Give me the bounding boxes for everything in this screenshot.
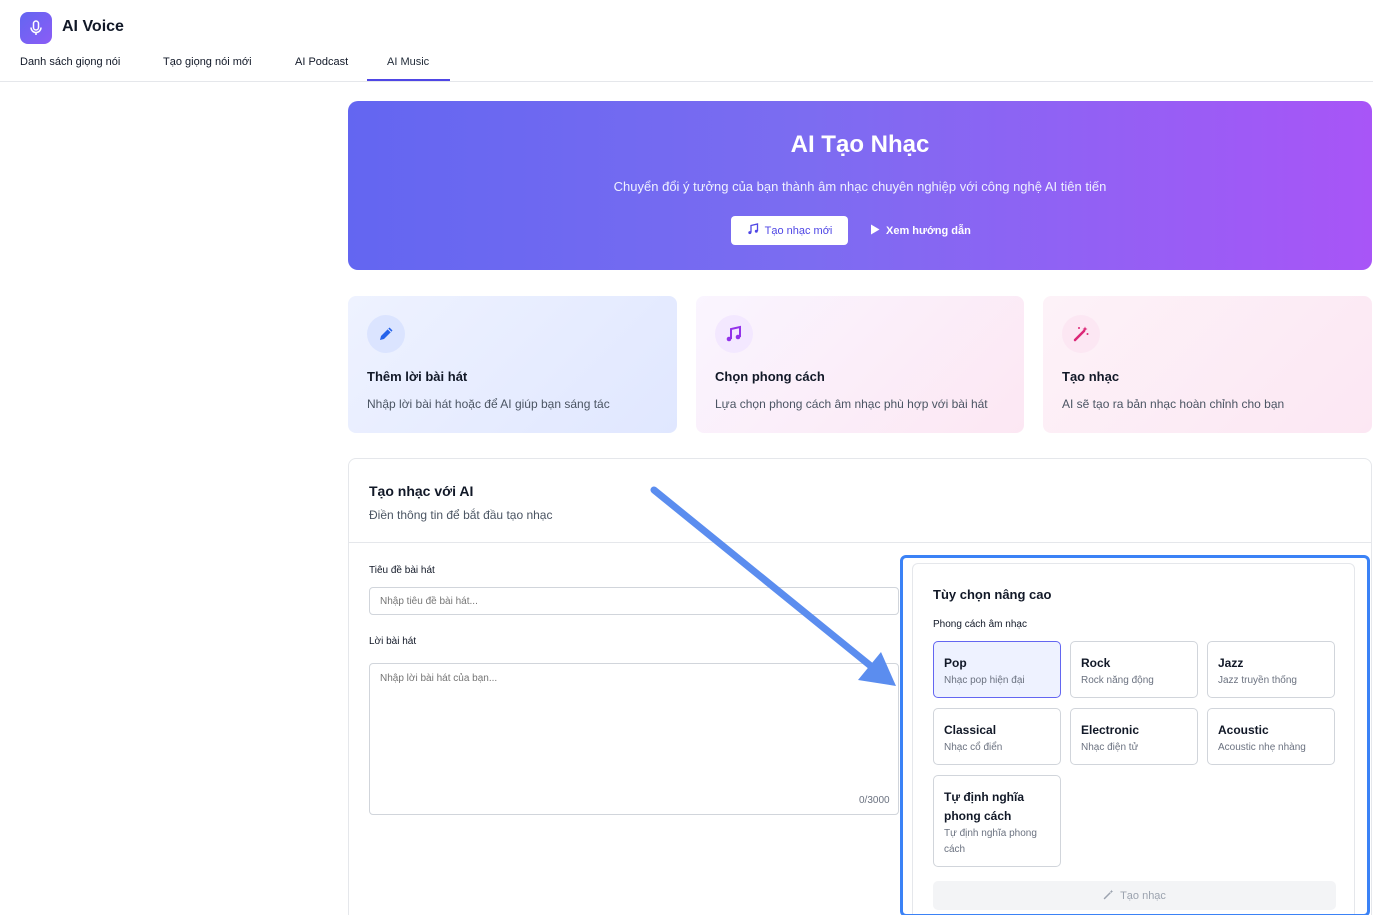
hero-subtitle: Chuyển đổi ý tưởng của bạn thành âm nhạc… [613,179,1107,194]
pencil-icon [367,315,405,353]
feature-desc: Lựa chọn phong cách âm nhạc phù hợp với … [715,397,988,411]
highlight-box [900,555,1370,915]
feature-desc: Nhập lời bài hát hoặc để AI giúp bạn sán… [367,397,610,411]
feature-title: Tạo nhạc [1062,369,1120,384]
tab-ai-podcast[interactable]: AI Podcast [295,52,348,82]
tab-new-voice[interactable]: Tạo giọng nói mới [163,52,252,82]
new-music-button[interactable]: Tạo nhạc mới [731,216,848,245]
lyrics-label: Lời bài hát [369,636,417,647]
feature-title: Chọn phong cách [715,369,825,384]
tab-voice-list[interactable]: Danh sách giọng nói [20,52,120,82]
panel-subtitle: Điền thông tin để bắt đầu tạo nhạc [369,508,553,522]
song-title-label: Tiêu đề bài hát [369,565,435,576]
divider [349,542,1371,543]
play-icon [870,224,880,238]
microphone-icon[interactable] [20,12,52,44]
feature-desc: AI sẽ tạo ra bản nhạc hoàn chỉnh cho bạn [1062,397,1285,411]
magic-wand-icon [1062,315,1100,353]
new-music-label: Tạo nhạc mới [764,224,833,237]
hero-title: AI Tạo Nhạc [790,131,930,158]
feature-card-create: Tạo nhạc AI sẽ tạo ra bản nhạc hoàn chỉn… [1043,296,1372,433]
panel-title: Tạo nhạc với AI [369,483,474,499]
view-guide-label: Xem hướng dẫn [886,224,971,237]
char-counter: 0/3000 [859,795,890,806]
app-title: AI Voice [62,18,124,35]
music-note-icon [715,315,753,353]
view-guide-button[interactable]: Xem hướng dẫn [870,216,971,245]
hero-banner: AI Tạo Nhạc Chuyển đổi ý tưởng của bạn t… [348,101,1372,270]
active-tab-indicator [367,79,450,81]
music-note-icon [747,223,759,238]
feature-title: Thêm lời bài hát [367,369,468,384]
app-header: AI Voice Danh sách giọng nói Tạo giọng n… [0,0,1373,82]
lyrics-textarea[interactable] [369,663,899,815]
feature-card-style: Chọn phong cách Lựa chọn phong cách âm n… [696,296,1024,433]
feature-card-lyrics: Thêm lời bài hát Nhập lời bài hát hoặc đ… [348,296,677,433]
song-title-input[interactable] [369,587,899,615]
tab-ai-music[interactable]: AI Music [387,52,429,82]
